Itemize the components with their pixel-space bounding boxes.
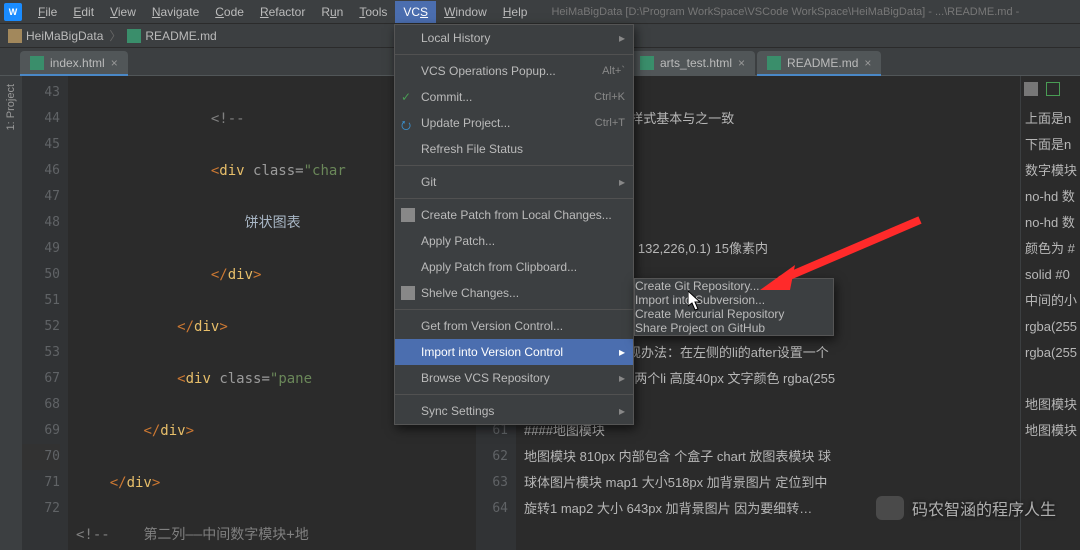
menu-item-shelve-changes[interactable]: Shelve Changes... bbox=[395, 280, 633, 306]
breadcrumb-project-label: HeiMaBigData bbox=[26, 29, 103, 43]
strip-line: 中间的小 bbox=[1025, 288, 1076, 314]
menu-item-create-patch[interactable]: Create Patch from Local Changes... bbox=[395, 202, 633, 228]
menu-item-apply-patch-clipboard[interactable]: Apply Patch from Clipboard... bbox=[395, 254, 633, 280]
menu-view[interactable]: View bbox=[102, 1, 144, 23]
strip-line: rgba(255 bbox=[1025, 314, 1076, 340]
preview-valid-icon[interactable] bbox=[1046, 82, 1060, 96]
markdown-file-icon bbox=[127, 29, 141, 43]
menu-code[interactable]: Code bbox=[207, 1, 252, 23]
strip-line: 上面是n bbox=[1025, 106, 1076, 132]
tool-window-bar[interactable]: 1: Project bbox=[0, 76, 22, 550]
menu-separator bbox=[395, 394, 633, 395]
menu-run[interactable]: Run bbox=[313, 1, 351, 23]
chevron-right-icon: ▸ bbox=[619, 404, 625, 418]
strip-line: solid #0 bbox=[1025, 262, 1076, 288]
markdown-file-icon bbox=[767, 56, 781, 70]
menu-separator bbox=[395, 165, 633, 166]
html-file-icon bbox=[30, 56, 44, 70]
menu-item-sync-settings[interactable]: Sync Settings▸ bbox=[395, 398, 633, 424]
main-menu-bar: W File Edit View Navigate Code Refactor … bbox=[0, 0, 1080, 24]
app-logo: W bbox=[4, 3, 22, 21]
menu-item-vcs-popup[interactable]: VCS Operations Popup...Alt+` bbox=[395, 58, 633, 84]
preview-action-icon[interactable] bbox=[1024, 82, 1038, 96]
update-icon: ⭮ bbox=[401, 116, 415, 130]
strip-line: 颜色为 # bbox=[1025, 236, 1076, 262]
menu-help[interactable]: Help bbox=[495, 1, 536, 23]
breadcrumb-separator: 〉 bbox=[109, 27, 121, 44]
strip-line: 数字模块 bbox=[1025, 158, 1076, 184]
watermark-text: 码农智涵的程序人生 bbox=[912, 496, 1056, 520]
tab-label: arts_test.html bbox=[660, 56, 732, 70]
preview-line: 球体图片模块 map1 大小518px 加背景图片 定位到中 bbox=[524, 475, 827, 490]
menu-navigate[interactable]: Navigate bbox=[144, 1, 207, 23]
submenu-create-hg-repo[interactable]: Create Mercurial Repository bbox=[635, 307, 833, 321]
window-title-path: HeiMaBigData [D:\Program WorkSpace\VSCod… bbox=[551, 6, 1019, 18]
menu-window[interactable]: Window bbox=[436, 1, 495, 23]
preview-line: ####地图模块 bbox=[524, 423, 605, 438]
tab-label: README.md bbox=[787, 56, 858, 70]
tab-index-html[interactable]: index.html × bbox=[20, 51, 128, 75]
chevron-right-icon: ▸ bbox=[619, 175, 625, 189]
strip-line: rgba(255 bbox=[1025, 340, 1076, 366]
strip-line: no-hd 数 bbox=[1025, 210, 1076, 236]
tab-arts-test[interactable]: arts_test.html × bbox=[630, 51, 755, 75]
html-file-icon bbox=[640, 56, 654, 70]
menu-item-update-project[interactable]: ⭮Update Project...Ctrl+T bbox=[395, 110, 633, 136]
strip-line: 地图模块 bbox=[1025, 418, 1076, 444]
menu-edit[interactable]: Edit bbox=[65, 1, 102, 23]
chevron-right-icon: ▸ bbox=[619, 371, 625, 385]
menu-tools[interactable]: Tools bbox=[351, 1, 395, 23]
breadcrumb-file-label: README.md bbox=[145, 29, 216, 43]
right-strip-pane[interactable]: 上面是n 下面是n 数字模块 no-hd 数 no-hd 数 颜色为 # sol… bbox=[1020, 76, 1080, 550]
menu-item-commit[interactable]: ✓Commit...Ctrl+K bbox=[395, 84, 633, 110]
menu-item-import-vcs[interactable]: Import into Version Control▸ bbox=[395, 339, 633, 365]
preview-toolbar bbox=[1024, 82, 1060, 96]
tab-label: index.html bbox=[50, 56, 105, 70]
line-gutter: 43 44 45 46 47 48 49 50 51 52 53 67 68 6… bbox=[22, 76, 68, 550]
menu-separator bbox=[395, 309, 633, 310]
tab-readme[interactable]: README.md × bbox=[757, 51, 881, 75]
check-icon: ✓ bbox=[401, 90, 415, 104]
import-vcs-submenu: Create Git Repository... Import into Sub… bbox=[634, 278, 834, 336]
patch-icon bbox=[401, 208, 415, 222]
submenu-share-github[interactable]: Share Project on GitHub bbox=[635, 321, 833, 335]
strip-line: 下面是n bbox=[1025, 132, 1076, 158]
menu-item-refresh-status[interactable]: Refresh File Status bbox=[395, 136, 633, 162]
strip-line: 地图模块 bbox=[1025, 392, 1076, 418]
project-tool-label[interactable]: 1: Project bbox=[5, 84, 17, 130]
chevron-right-icon: ▸ bbox=[619, 31, 625, 45]
menu-vcs[interactable]: VCS bbox=[395, 1, 436, 23]
menu-separator bbox=[395, 54, 633, 55]
menu-separator bbox=[395, 198, 633, 199]
wechat-icon bbox=[876, 496, 904, 520]
close-icon[interactable]: × bbox=[111, 56, 118, 70]
submenu-create-git-repo[interactable]: Create Git Repository... bbox=[635, 279, 833, 293]
menu-refactor[interactable]: Refactor bbox=[252, 1, 313, 23]
close-icon[interactable]: × bbox=[738, 56, 745, 70]
chevron-right-icon: ▸ bbox=[619, 345, 625, 359]
submenu-import-svn[interactable]: Import into Subversion... bbox=[635, 293, 833, 307]
menu-item-git[interactable]: Git▸ bbox=[395, 169, 633, 195]
strip-line: no-hd 数 bbox=[1025, 184, 1076, 210]
menu-item-get-from-vcs[interactable]: Get from Version Control... bbox=[395, 313, 633, 339]
vcs-dropdown-menu: Local History▸ VCS Operations Popup...Al… bbox=[394, 24, 634, 425]
menu-item-local-history[interactable]: Local History▸ bbox=[395, 25, 633, 51]
folder-icon bbox=[8, 29, 22, 43]
breadcrumb-project[interactable]: HeiMaBigData bbox=[8, 29, 103, 43]
watermark: 码农智涵的程序人生 bbox=[876, 496, 1056, 520]
menu-item-browse-vcs[interactable]: Browse VCS Repository▸ bbox=[395, 365, 633, 391]
shelve-icon bbox=[401, 286, 415, 300]
menu-item-apply-patch[interactable]: Apply Patch... bbox=[395, 228, 633, 254]
menu-file[interactable]: File bbox=[30, 1, 65, 23]
breadcrumb-file[interactable]: README.md bbox=[127, 29, 216, 43]
close-icon[interactable]: × bbox=[864, 56, 871, 70]
preview-line: 地图模块 810px 内部包含 个盒子 chart 放图表模块 球 bbox=[524, 449, 831, 464]
preview-line: 旋转1 map2 大小 643px 加背景图片 因为要细转… bbox=[524, 501, 812, 516]
editor-tabs-right: arts_test.html × README.md × bbox=[630, 48, 1080, 76]
